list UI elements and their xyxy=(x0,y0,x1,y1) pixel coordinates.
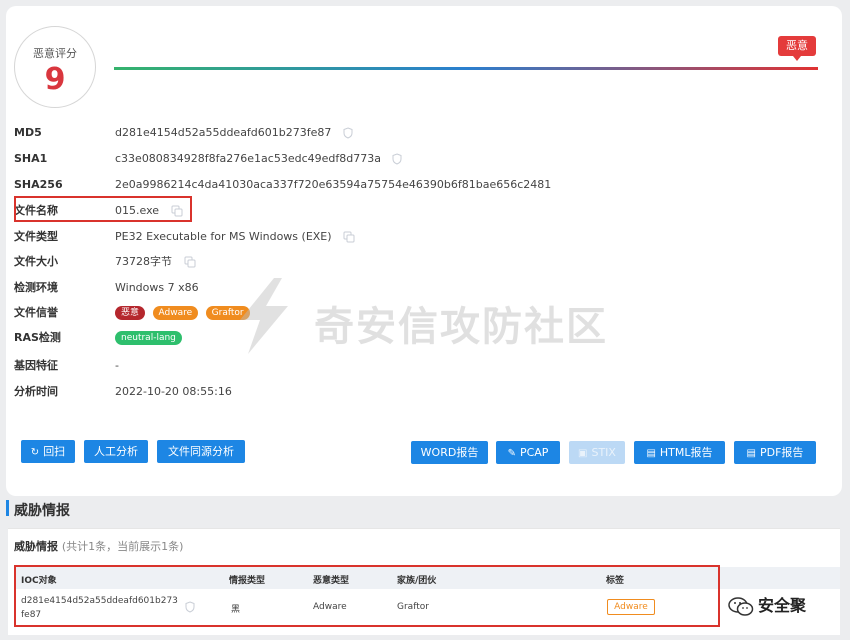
rescan-button[interactable]: ↻ 回扫 xyxy=(21,440,75,463)
threat-panel-header: 威胁情报 (共计1条，当前展示1条) xyxy=(14,538,183,554)
shield-copy-icon[interactable] xyxy=(343,127,353,139)
filetype-value: PE32 Executable for MS Windows (EXE) xyxy=(115,230,332,243)
copy-icon[interactable] xyxy=(184,256,196,268)
md5-label: MD5 xyxy=(14,126,42,139)
reputation-tag-graftor: Graftor xyxy=(205,306,250,320)
stix-button[interactable]: ▣ STIX xyxy=(569,441,625,464)
shield-copy-icon[interactable] xyxy=(392,153,402,165)
sha1-label: SHA1 xyxy=(14,152,48,165)
malicious-score-circle: 恶意评分 9 xyxy=(14,26,96,108)
verdict-badge: 恶意 xyxy=(778,36,816,61)
html-report-button[interactable]: ▤ HTML报告 xyxy=(634,441,725,464)
reputation-tag-malicious: 恶意 xyxy=(115,306,146,320)
threat-panel-title: 威胁情报 xyxy=(14,540,58,553)
ras-tag: neutral-lang xyxy=(115,331,182,345)
image-icon: ▣ xyxy=(578,447,588,459)
env-value: Windows 7 x86 xyxy=(115,281,199,294)
pdf-report-button[interactable]: ▤ PDF报告 xyxy=(734,441,816,464)
homology-analysis-button[interactable]: 文件同源分析 xyxy=(157,440,245,463)
ras-label: RAS检测 xyxy=(14,331,61,344)
table-highlight-box xyxy=(14,565,720,627)
reputation-label: 文件信誉 xyxy=(14,306,58,319)
score-gradient-bar xyxy=(114,67,818,70)
gene-label: 基因特征 xyxy=(14,359,58,372)
sha1-value: c33e080834928f8fa276e1ac53edc49edf8d773a xyxy=(115,152,381,165)
score-label: 恶意评分 xyxy=(33,47,77,60)
filetype-label: 文件类型 xyxy=(14,230,58,243)
copy-icon[interactable] xyxy=(343,231,355,243)
sha256-label: SHA256 xyxy=(14,178,63,191)
gene-value: - xyxy=(115,359,119,372)
pdf-file-icon: ▤ xyxy=(746,447,756,459)
md5-value: d281e4154d52a55ddeafd601b273fe87 xyxy=(115,126,332,139)
threat-count-text: (共计1条，当前展示1条) xyxy=(61,540,184,553)
brand-mark: 安全聚 xyxy=(728,592,806,616)
filename-highlight-box xyxy=(14,196,192,222)
pen-icon: ✎ xyxy=(507,447,516,459)
brand-text: 安全聚 xyxy=(758,596,807,615)
time-label: 分析时间 xyxy=(14,385,58,398)
refresh-icon: ↻ xyxy=(30,446,40,458)
score-value: 9 xyxy=(44,62,66,97)
env-label: 检测环境 xyxy=(14,281,58,294)
filesize-label: 文件大小 xyxy=(14,255,58,268)
pcap-button[interactable]: ✎ PCAP xyxy=(496,441,560,464)
time-value: 2022-10-20 08:55:16 xyxy=(115,385,232,398)
threat-section-title: 威胁情报 xyxy=(14,503,70,519)
file-report-card xyxy=(6,6,842,496)
manual-analysis-button[interactable]: 人工分析 xyxy=(84,440,148,463)
word-report-button[interactable]: WORD报告 xyxy=(411,441,488,464)
html-file-icon: ▤ xyxy=(646,447,656,459)
reputation-tag-adware: Adware xyxy=(152,306,199,320)
section-accent-bar xyxy=(6,500,9,516)
sha256-value: 2e0a9986214c4da41030aca337f720e63594a757… xyxy=(115,178,552,191)
wechat-icon xyxy=(728,596,754,616)
filesize-value: 73728字节 xyxy=(115,255,172,268)
